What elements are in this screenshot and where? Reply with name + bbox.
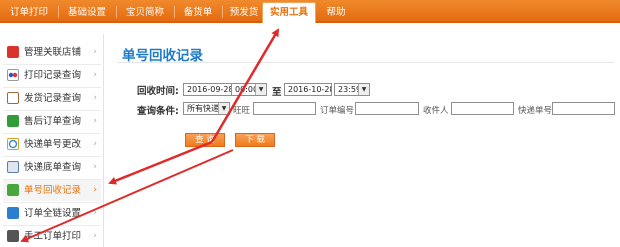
annotation-arrows xyxy=(20,28,280,243)
app-window: 订单打印 基础设置 宝贝简称 备货单 预发货 实用工具 帮助 管理关联店铺 › … xyxy=(0,0,620,247)
arrow-to-utility-tab xyxy=(210,28,280,143)
arrow-to-bottom-left xyxy=(20,149,234,243)
arrow-to-recycle-item xyxy=(108,140,213,185)
